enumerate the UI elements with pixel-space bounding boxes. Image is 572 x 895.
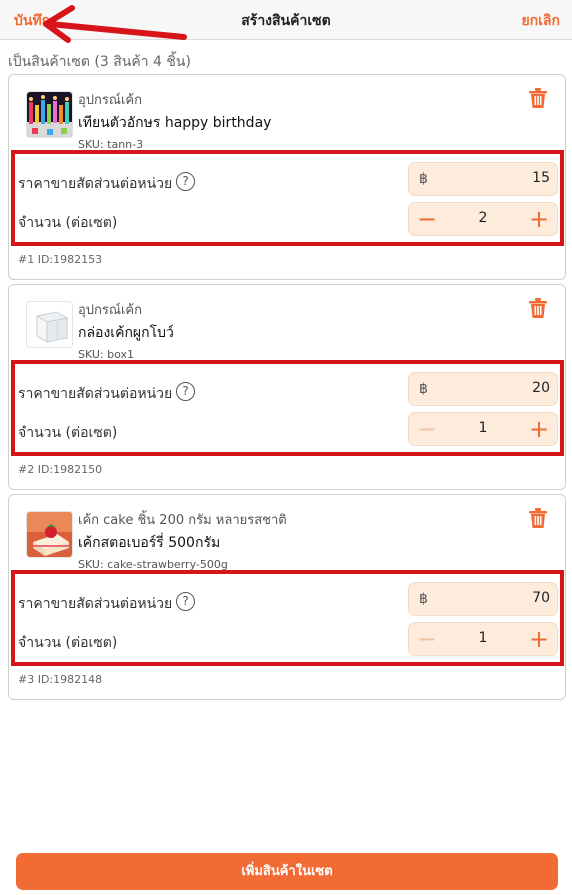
plus-icon[interactable]: + — [527, 414, 551, 444]
quantity-label: จำนวน (ต่อเซต) — [18, 635, 118, 651]
set-summary-label: เป็นสินค้าเซต (3 สินค้า 4 ชิ้น) — [8, 54, 191, 70]
price-value: 20 — [532, 380, 550, 396]
item-category: อุปกรณ์เค้ก — [78, 93, 142, 108]
annotation-arrow — [43, 5, 187, 43]
quantity-value[interactable]: 2 — [449, 210, 517, 226]
birthday-candles-image — [26, 91, 73, 138]
quantity-stepper: − 2 + — [408, 202, 558, 236]
price-input[interactable]: ฿ 20 — [408, 372, 558, 406]
item-name: กล่องเค้กผูกโบว์ — [78, 325, 174, 341]
price-label: ราคาขายสัดส่วนต่อหน่วย — [18, 176, 173, 192]
plus-icon[interactable]: + — [527, 624, 551, 654]
item-category: อุปกรณ์เค้ก — [78, 303, 142, 318]
quantity-label: จำนวน (ต่อเซต) — [18, 215, 118, 231]
help-circle-icon[interactable]: ? — [176, 382, 195, 401]
minus-icon[interactable]: − — [415, 414, 439, 444]
item-category: เค้ก cake ชิ้น 200 กรัม หลายรสชาติ — [78, 513, 287, 528]
item-name: เค้กสตอเบอร์รี่ 500กรัม — [78, 535, 221, 551]
cake-box-image — [26, 301, 73, 348]
quantity-stepper: − 1 + — [408, 622, 558, 656]
price-label: ราคาขายสัดส่วนต่อหน่วย — [18, 386, 173, 402]
quantity-stepper: − 1 + — [408, 412, 558, 446]
set-item-card: อุปกรณ์เค้ก กล่องเค้กผูกโบว์ SKU: box1 ร… — [8, 284, 566, 490]
currency-symbol: ฿ — [419, 171, 428, 187]
price-input[interactable]: ฿ 15 — [408, 162, 558, 196]
quantity-value[interactable]: 1 — [449, 630, 517, 646]
item-id: #2 ID:1982150 — [18, 463, 103, 476]
set-item-card: อุปกรณ์เค้ก เทียนตัวอักษร happy birthday… — [8, 74, 566, 280]
strawberry-cake-image — [26, 511, 73, 558]
price-value: 15 — [532, 170, 550, 186]
price-label: ราคาขายสัดส่วนต่อหน่วย — [18, 596, 173, 612]
quantity-label: จำนวน (ต่อเซต) — [18, 425, 118, 441]
trash-icon[interactable] — [527, 297, 549, 319]
item-name: เทียนตัวอักษร happy birthday — [78, 115, 272, 131]
currency-symbol: ฿ — [419, 591, 428, 607]
trash-icon[interactable] — [527, 507, 549, 529]
price-value: 70 — [532, 590, 550, 606]
plus-icon[interactable]: + — [527, 204, 551, 234]
cancel-button[interactable]: ยกเลิก — [521, 10, 560, 32]
quantity-value[interactable]: 1 — [449, 420, 517, 436]
currency-symbol: ฿ — [419, 381, 428, 397]
minus-icon[interactable]: − — [415, 624, 439, 654]
add-item-to-set-button[interactable]: เพิ่มสินค้าในเซต — [16, 853, 558, 890]
help-circle-icon[interactable]: ? — [176, 592, 195, 611]
trash-icon[interactable] — [527, 87, 549, 109]
price-input[interactable]: ฿ 70 — [408, 582, 558, 616]
set-item-card: เค้ก cake ชิ้น 200 กรัม หลายรสชาติ เค้กส… — [8, 494, 566, 700]
item-id: #3 ID:1982148 — [18, 673, 103, 686]
item-id: #1 ID:1982153 — [18, 253, 103, 266]
help-circle-icon[interactable]: ? — [176, 172, 195, 191]
minus-icon[interactable]: − — [415, 204, 439, 234]
